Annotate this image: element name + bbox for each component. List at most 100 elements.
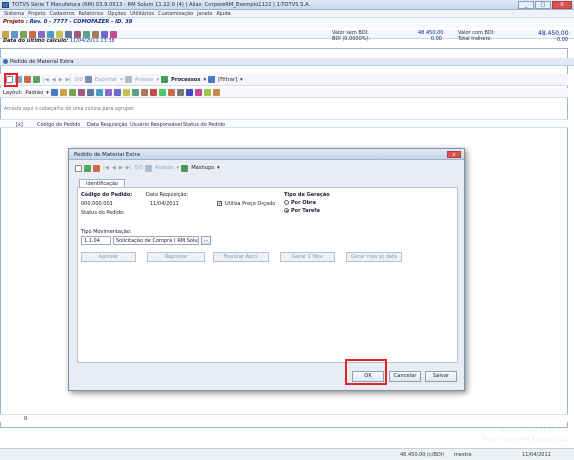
group-icon[interactable] xyxy=(77,89,85,96)
refresh-icon[interactable] xyxy=(20,30,27,38)
column-usuario[interactable]: Usuário Responsável xyxy=(130,122,182,128)
aprovar-button[interactable]: Aprovar xyxy=(81,252,136,262)
user-icon[interactable] xyxy=(101,30,108,38)
menu-cadastros[interactable]: Cadastros xyxy=(50,11,75,17)
maximize-button[interactable]: □ xyxy=(535,1,551,9)
menu-projeto[interactable]: Projeto xyxy=(28,11,45,17)
refresh-record-icon[interactable] xyxy=(33,76,40,83)
chevron-down-icon[interactable]: ▾ xyxy=(240,77,243,83)
salvar-button[interactable]: Salvar xyxy=(425,371,457,382)
collapse-icon[interactable] xyxy=(167,89,175,96)
grid-view-icon[interactable] xyxy=(84,76,92,83)
attach-icon[interactable] xyxy=(124,76,132,83)
chevron-down-icon[interactable]: ▾ xyxy=(203,77,206,83)
folder-icon[interactable] xyxy=(2,30,9,38)
search-icon[interactable] xyxy=(140,89,148,96)
dialog-anexos[interactable]: Anexos xyxy=(155,165,174,171)
delete-icon[interactable] xyxy=(24,76,31,83)
layout-toolbar: Layout: Padrão ▾ xyxy=(0,88,568,98)
anexos-button[interactable]: Anexos xyxy=(135,77,154,83)
next-icon[interactable]: ▶ xyxy=(119,165,123,171)
status-label: Status do Pedido: xyxy=(81,210,125,216)
record-counter: 0/0 xyxy=(74,76,83,83)
tipo-mov-desc-input[interactable]: Solicitação de Compra ( RM Solum ) xyxy=(113,236,199,245)
layout-label: Layout: xyxy=(3,89,23,96)
menu-customizacao[interactable]: Customização xyxy=(158,11,193,17)
excel-icon[interactable] xyxy=(122,89,130,96)
chevron-down-icon[interactable]: ▾ xyxy=(120,77,123,83)
box-icon[interactable] xyxy=(92,30,99,38)
chart-view-icon[interactable] xyxy=(185,89,193,96)
column-icon[interactable] xyxy=(86,89,94,96)
minimize-button[interactable]: _ xyxy=(518,1,534,9)
attach-icon[interactable] xyxy=(144,164,152,172)
dialog-close-icon[interactable]: x xyxy=(447,151,461,158)
menu-ajuda[interactable]: Ajuda xyxy=(216,11,230,17)
settings-icon[interactable] xyxy=(176,89,184,96)
column-codigo[interactable]: Código do Pedido xyxy=(37,122,80,128)
tipo-geracao-label: Tipo de Geração xyxy=(284,192,330,198)
grid-icon[interactable] xyxy=(65,30,72,38)
preview-icon[interactable] xyxy=(113,89,121,96)
menu-opcoes[interactable]: Opções xyxy=(107,11,126,17)
column-select[interactable]: [x] xyxy=(16,122,23,128)
first-icon[interactable]: |◀ xyxy=(43,77,49,83)
por-obra-radio[interactable] xyxy=(284,200,289,205)
menu-utilitarios[interactable]: Utilitários xyxy=(130,11,154,17)
expand-icon[interactable] xyxy=(158,89,166,96)
calc-icon[interactable] xyxy=(47,30,54,38)
chevron-down-icon[interactable]: ▾ xyxy=(157,77,160,83)
por-tarefa-radio[interactable] xyxy=(284,208,289,213)
tool-icon[interactable] xyxy=(83,30,90,38)
close-button[interactable]: X xyxy=(552,1,572,9)
save-icon[interactable] xyxy=(11,30,18,38)
menu-sistema[interactable]: Sistema xyxy=(4,11,24,17)
menu-relatorios[interactable]: Relatórios xyxy=(79,11,104,17)
tipo-mov-code-input[interactable]: 1.1.04 xyxy=(81,236,111,245)
column-data[interactable]: Data Requisição xyxy=(87,122,127,128)
star-icon[interactable] xyxy=(56,30,63,38)
cancelar-button[interactable]: Cancelar xyxy=(389,371,421,382)
menu-janela[interactable]: Janela xyxy=(197,11,212,17)
utiliza-preco-checkbox[interactable]: ✓ xyxy=(217,201,222,207)
last-icon[interactable]: ▶| xyxy=(66,77,72,83)
last-icon[interactable]: ▶| xyxy=(126,165,132,171)
layout-icon[interactable] xyxy=(50,89,58,96)
processos-button[interactable]: Processos xyxy=(171,77,200,83)
star-fav-icon[interactable] xyxy=(212,89,220,96)
filtrar-button[interactable]: [Filtrar] xyxy=(218,77,237,83)
sum-icon[interactable] xyxy=(59,89,67,96)
prev-icon[interactable]: ◀ xyxy=(52,77,56,83)
lookup-button[interactable]: ... xyxy=(201,236,211,245)
chevron-down-icon[interactable]: ▾ xyxy=(217,165,220,171)
close-doc-icon[interactable] xyxy=(29,30,36,38)
gerar-mov-button[interactable]: Gerar 1 Mov xyxy=(280,252,335,262)
pdf-icon[interactable] xyxy=(149,89,157,96)
chart-icon[interactable] xyxy=(74,30,81,38)
window-titlebar: TOTVS Série T Manufatura (RM) 03.9.0513 … xyxy=(0,0,574,10)
first-icon[interactable]: |◀ xyxy=(103,165,109,171)
delete-icon[interactable] xyxy=(93,164,100,172)
pivot-icon[interactable] xyxy=(194,89,202,96)
refresh-icon[interactable] xyxy=(84,164,91,172)
help-icon[interactable] xyxy=(110,30,117,38)
exportar-button[interactable]: Exportar xyxy=(95,77,117,83)
next-icon[interactable]: ▶ xyxy=(59,77,63,83)
reprovar-button[interactable]: Reprovar xyxy=(147,252,205,262)
mail-icon[interactable] xyxy=(131,89,139,96)
layout-select[interactable]: Padrão xyxy=(25,90,43,96)
column-status[interactable]: Status do Pedido xyxy=(183,122,225,128)
finalizar-button[interactable]: Finalizar Apro. xyxy=(213,252,269,262)
gerar-mov-data-button[interactable]: Gerar mov p/ data xyxy=(346,252,402,262)
prev-icon[interactable]: ◀ xyxy=(112,165,116,171)
chevron-down-icon[interactable]: ▾ xyxy=(177,165,180,171)
report-icon[interactable] xyxy=(38,30,45,38)
new-icon[interactable] xyxy=(75,164,82,172)
identificacao-panel: Código do Pedido: 000.000.001 Data Requi… xyxy=(77,187,458,363)
table-icon[interactable] xyxy=(95,89,103,96)
export-icon[interactable] xyxy=(203,89,211,96)
sort-icon[interactable] xyxy=(68,89,76,96)
chevron-down-icon[interactable]: ▾ xyxy=(46,90,49,96)
dialog-mashups[interactable]: Mashups xyxy=(191,165,214,171)
print-icon[interactable] xyxy=(104,89,112,96)
